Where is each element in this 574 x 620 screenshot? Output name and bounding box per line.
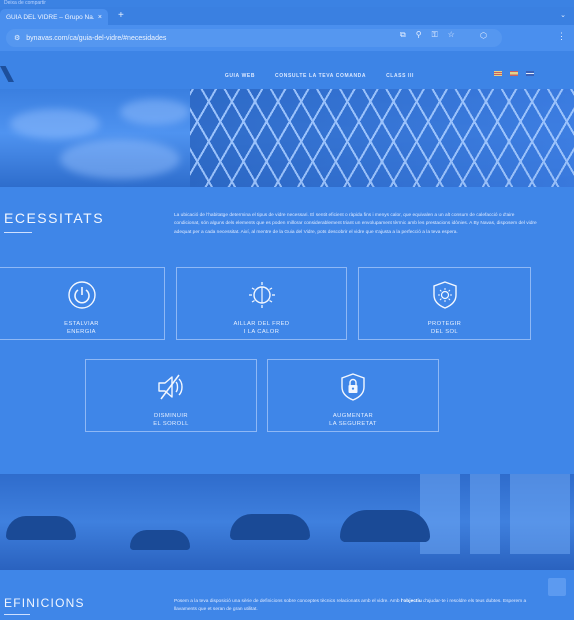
power-icon [65,278,99,312]
card-disminuir-soroll[interactable]: DISMINUIR EL SOROLL [85,359,257,432]
password-icon[interactable]: ⚿ [432,30,438,40]
site-info-icon[interactable]: ⚙ [14,34,20,42]
spanish-flag-icon[interactable] [510,71,518,76]
browser-tab[interactable]: GUIA DEL VIDRE – Grupo Na... × [0,9,108,25]
sun-shield-icon [428,278,462,312]
interior-image [0,474,574,570]
sun-snowflake-icon [245,278,279,312]
glass-facade-image [190,89,574,187]
catalan-flag-icon[interactable] [494,71,502,76]
card-protegir-sol[interactable]: PROTEGIR DEL SOL [358,267,531,340]
hero-image [0,89,574,187]
necessitats-intro: La ubicació de l'habitatge determina el … [174,213,537,235]
address-bar: ⚙ bynavas.com/ca/guia-del-vidre/#necesid… [0,25,574,51]
zoom-icon[interactable]: ⚲ [416,30,422,40]
tab-search-button[interactable]: ⌄ [560,11,566,19]
url-text: bynavas.com/ca/guia-del-vidre/#necesidad… [26,34,167,42]
new-tab-button[interactable]: + [118,10,124,21]
main-nav: GUIA WEB CONSULTE LA TEVA COMANDA CLASS … [225,73,414,79]
screen-share-notice: Deixa de compartir [0,0,574,7]
tab-close-icon[interactable]: × [98,14,102,21]
section-title-definicions: EFINICIONS [4,596,85,610]
language-switcher [494,71,534,76]
site-logo[interactable] [0,66,14,82]
nav-class-iii[interactable]: CLASS III [386,73,414,79]
card-augmentar-seguretat[interactable]: AUGMENTAR LA SEGURETAT [267,359,439,432]
english-flag-icon[interactable] [526,71,534,76]
section-title-necessitats: ECESSITATS [4,210,105,226]
card-label: DISMINUIR EL SOROLL [153,413,189,427]
tab-bar: GUIA DEL VIDRE – Grupo Na... × + ⌄ [0,7,574,25]
card-label: AILLAR DEL FRED I LA CALOR [233,321,290,335]
lock-shield-icon [336,370,370,404]
card-estalviar-energia[interactable]: ESTALVIAR ENERGIA [0,267,165,340]
card-label: ESTALVIAR ENERGIA [64,321,99,335]
scroll-to-top-button[interactable] [548,578,566,596]
card-label: AUGMENTAR LA SEGURETAT [329,413,377,427]
card-aillar-fred-calor[interactable]: AILLAR DEL FRED I LA CALOR [176,267,347,340]
tab-title: GUIA DEL VIDRE – Grupo Na... [6,13,94,21]
section-divider [4,232,32,233]
extensions-icon[interactable]: ⬡ [480,31,487,40]
definicions-text-part: Posem a la teva disposició una sèrie de … [174,599,401,604]
translate-icon[interactable]: ⧉ [400,30,406,40]
nav-guia-web[interactable]: GUIA WEB [225,73,255,79]
nav-consulte-comanda[interactable]: CONSULTE LA TEVA COMANDA [275,73,366,79]
bookmark-star-icon[interactable]: ☆ [448,30,455,40]
browser-menu-icon[interactable]: ⋮ [557,31,566,42]
card-label: PROTEGIR DEL SOL [427,321,462,335]
definicions-intro: Posem a la teva disposició una sèrie de … [174,598,540,615]
definicions-text-bold: l'objectiu [400,599,422,604]
site-header: GUIA WEB CONSULTE LA TEVA COMANDA CLASS … [0,51,574,93]
muted-speaker-icon [154,370,188,404]
section-divider [4,614,30,615]
